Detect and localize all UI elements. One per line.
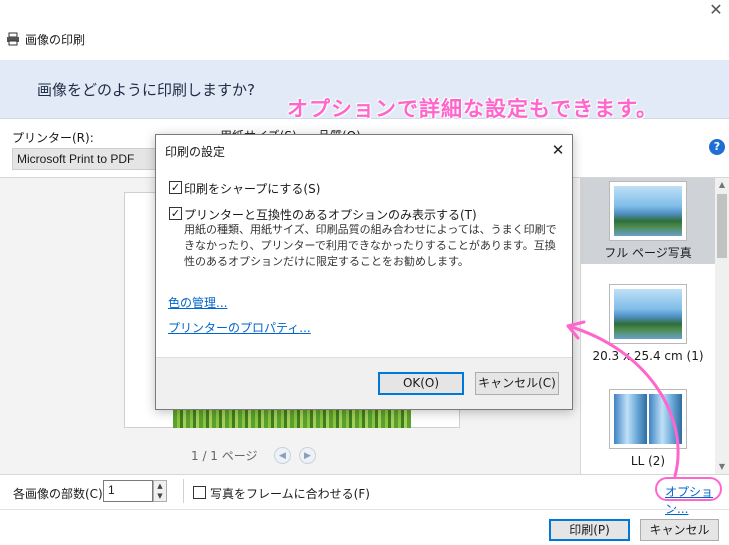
layout-caption: 20.3 x 25.4 cm (1) <box>592 349 704 363</box>
prev-page-button[interactable]: ◀ <box>274 447 291 464</box>
divider <box>183 479 184 503</box>
divider <box>156 357 572 358</box>
page-indicator: 1 / 1 ページ <box>191 449 258 463</box>
layout-item-full-page[interactable] <box>609 181 687 241</box>
next-page-button[interactable]: ▶ <box>299 447 316 464</box>
printer-select[interactable]: Microsoft Print to PDF <box>12 148 160 170</box>
help-icon[interactable]: ? <box>709 139 725 155</box>
layout-item-20x25[interactable] <box>609 284 687 344</box>
cancel-button[interactable]: キャンセル <box>640 519 719 541</box>
printer-label: プリンター(R): <box>12 131 94 145</box>
landscape-thumbnail <box>614 289 682 339</box>
preview-photo <box>173 408 411 428</box>
print-button[interactable]: 印刷(P) <box>549 519 630 541</box>
layout-item-ll[interactable] <box>609 389 687 449</box>
printer-icon <box>7 32 19 46</box>
divider <box>0 474 729 475</box>
scroll-up-icon[interactable]: ▲ <box>715 178 729 192</box>
copies-label: 各画像の部数(C): <box>13 487 107 501</box>
copies-stepper[interactable]: ▲ ▼ <box>153 480 167 502</box>
fit-frame-checkbox[interactable] <box>193 486 206 499</box>
layout-caption: フル ページ写真 <box>604 246 692 260</box>
color-management-link[interactable]: 色の管理... <box>168 294 227 311</box>
page-question: 画像をどのように印刷しますか? <box>37 81 255 99</box>
scrollbar-thumb[interactable] <box>717 194 727 258</box>
scroll-down-icon[interactable]: ▼ <box>715 460 729 474</box>
copies-input[interactable]: 1 <box>103 480 153 502</box>
ok-button[interactable]: OK(O) <box>378 372 464 395</box>
close-icon[interactable]: ✕ <box>548 140 568 160</box>
sharpen-checkbox[interactable]: ✓ <box>169 181 182 194</box>
compatible-only-label: プリンターと互換性のあるオプションのみ表示する(T) <box>184 208 477 222</box>
sharpen-label: 印刷をシャープにする(S) <box>184 182 321 196</box>
dialog-cancel-button[interactable]: キャンセル(C) <box>475 372 559 395</box>
dialog-title: 印刷の設定 <box>165 145 226 159</box>
divider <box>0 509 729 510</box>
waterfall-thumbnail <box>614 394 647 444</box>
fit-frame-label: 写真をフレームに合わせる(F) <box>210 487 370 501</box>
compatible-only-checkbox[interactable]: ✓ <box>169 207 182 220</box>
printer-properties-link[interactable]: プリンターのプロパティ... <box>168 319 311 336</box>
annotation-caption: オプションで詳細な設定もできます。 <box>287 97 659 121</box>
window-title: 画像の印刷 <box>25 33 86 47</box>
landscape-thumbnail <box>614 186 682 236</box>
annotation-highlight-ring <box>655 477 722 501</box>
layout-caption: LL (2) <box>630 454 666 468</box>
window-close-button[interactable]: ✕ <box>703 0 729 20</box>
compatible-description: 用紙の種類、用紙サイズ、印刷品質の組み合わせによっては、うまく印刷できなかったり… <box>184 223 557 268</box>
waterfall-thumbnail <box>649 394 682 444</box>
